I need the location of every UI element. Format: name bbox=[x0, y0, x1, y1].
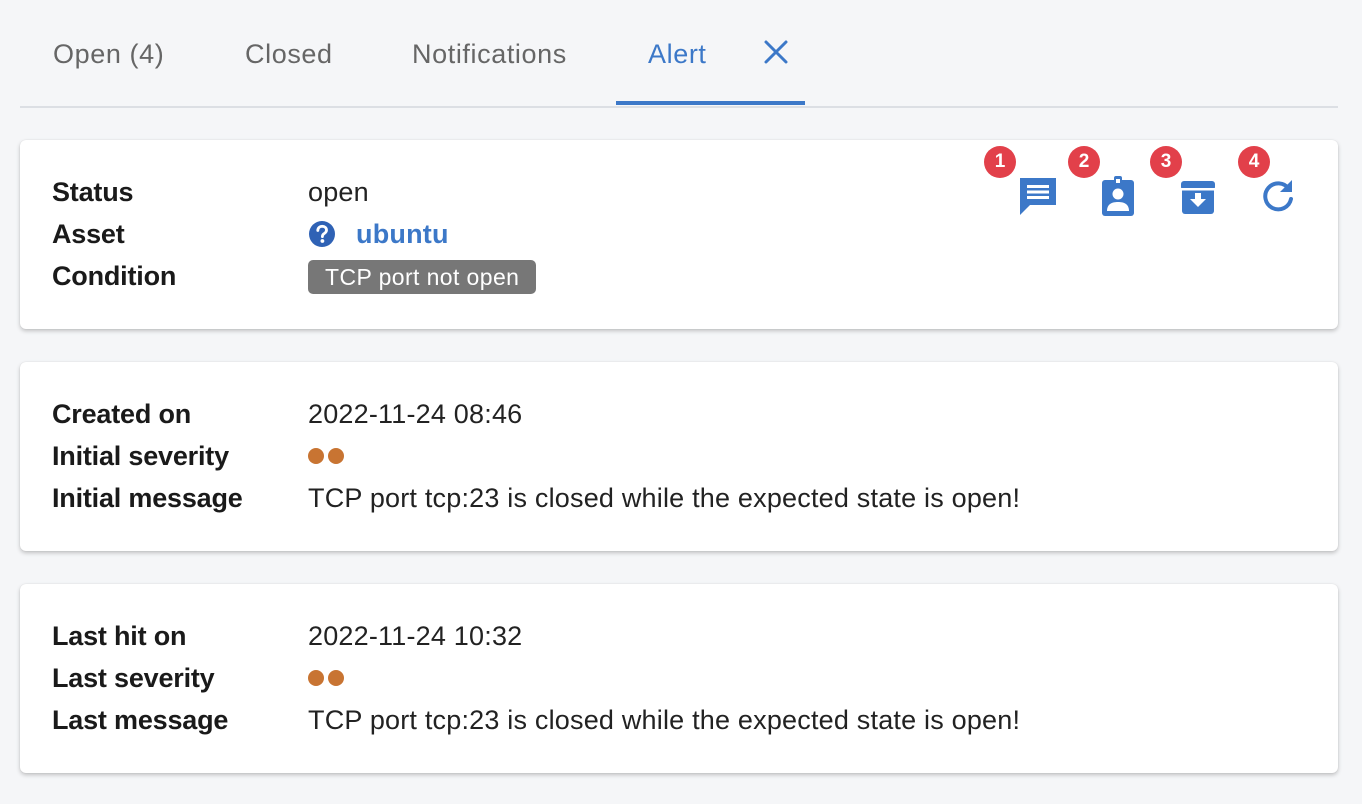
step-badge-4: 4 bbox=[1238, 146, 1270, 178]
assign-user-button[interactable] bbox=[1096, 174, 1140, 218]
step-badge-3: 3 bbox=[1150, 146, 1182, 178]
last-info-card: Last hit on 2022-11-24 10:32 Last severi… bbox=[20, 584, 1338, 773]
last-message-label: Last message bbox=[52, 705, 229, 735]
refresh-button[interactable] bbox=[1256, 174, 1300, 218]
severity-dot bbox=[328, 670, 344, 686]
asset-link[interactable]: ubuntu bbox=[356, 216, 449, 252]
created-value: 2022-11-24 08:46 bbox=[308, 399, 523, 429]
assign-user-icon bbox=[1102, 176, 1134, 216]
last-severity-indicator bbox=[308, 660, 344, 696]
severity-dot bbox=[328, 448, 344, 464]
tab-open[interactable]: Open (4) bbox=[53, 34, 164, 74]
initial-severity-indicator bbox=[308, 438, 344, 474]
initial-message-value: TCP port tcp:23 is closed while the expe… bbox=[308, 483, 1021, 513]
archive-icon bbox=[1181, 181, 1215, 214]
alert-summary-card: Status open Asset ubuntu Condition TCP p… bbox=[20, 140, 1338, 329]
tab-notifications[interactable]: Notifications bbox=[412, 34, 567, 74]
comment-button[interactable] bbox=[1016, 174, 1060, 218]
last-severity-label: Last severity bbox=[52, 663, 215, 693]
comment-icon bbox=[1020, 178, 1056, 215]
last-hit-label: Last hit on bbox=[52, 621, 187, 651]
active-tab-indicator bbox=[616, 101, 805, 105]
last-message-value: TCP port tcp:23 is closed while the expe… bbox=[308, 705, 1021, 735]
condition-label: Condition bbox=[52, 261, 177, 291]
initial-message-label: Initial message bbox=[52, 483, 243, 513]
initial-info-card: Created on 2022-11-24 08:46 Initial seve… bbox=[20, 362, 1338, 551]
refresh-icon bbox=[1263, 180, 1293, 212]
status-label: Status bbox=[52, 177, 134, 207]
tab-bar: Open (4) Closed Notifications Alert bbox=[20, 0, 1338, 108]
tab-alert[interactable]: Alert bbox=[648, 34, 707, 74]
condition-chip: TCP port not open bbox=[308, 260, 537, 294]
last-hit-value: 2022-11-24 10:32 bbox=[308, 621, 523, 651]
step-badge-1: 1 bbox=[984, 146, 1016, 178]
severity-dot bbox=[308, 670, 324, 686]
unknown-asset-icon bbox=[308, 220, 336, 248]
archive-button[interactable] bbox=[1176, 174, 1220, 218]
status-value: open bbox=[308, 177, 369, 207]
severity-dot bbox=[308, 448, 324, 464]
created-label: Created on bbox=[52, 399, 192, 429]
step-badge-2: 2 bbox=[1068, 146, 1100, 178]
asset-label: Asset bbox=[52, 219, 125, 249]
initial-severity-label: Initial severity bbox=[52, 441, 229, 471]
close-tab-icon[interactable] bbox=[762, 38, 790, 66]
tab-closed[interactable]: Closed bbox=[245, 34, 333, 74]
